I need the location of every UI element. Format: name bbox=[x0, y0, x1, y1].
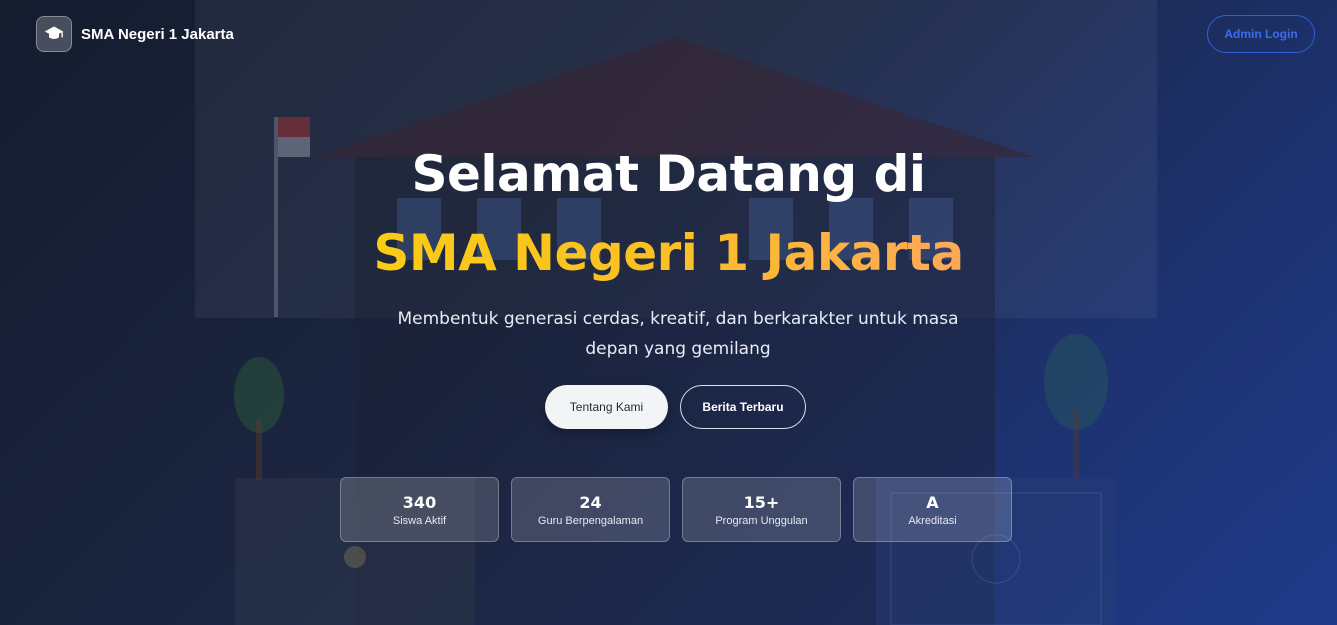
stat-label: Guru Berpengalaman bbox=[537, 514, 644, 527]
admin-login-button[interactable]: Admin Login bbox=[1207, 15, 1315, 53]
stats-row: 340 Siswa Aktif 24 Guru Berpengalaman 15… bbox=[340, 477, 1012, 542]
stat-label: Akreditasi bbox=[908, 514, 957, 527]
graduation-cap-icon bbox=[36, 16, 72, 52]
stat-card-programs: 15+ Program Unggulan bbox=[682, 477, 841, 542]
stat-card-accreditation: A Akreditasi bbox=[853, 477, 1012, 542]
stat-card-active-students: 340 Siswa Aktif bbox=[340, 477, 499, 542]
about-us-button[interactable]: Tentang Kami bbox=[545, 385, 668, 429]
hero-subtitle: Membentuk generasi cerdas, kreatif, dan … bbox=[397, 309, 959, 359]
hero-title: Selamat Datang di bbox=[411, 145, 926, 203]
hero-school-name-text: SMA Negeri 1 Jakarta bbox=[373, 224, 964, 282]
stat-value: 15+ bbox=[743, 492, 780, 512]
hero-school-name: SMA Negeri 1 Jakarta bbox=[0, 224, 1337, 282]
latest-news-button[interactable]: Berita Terbaru bbox=[680, 385, 806, 429]
hero-section: SMA Negeri 1 Jakarta Admin Login Selamat… bbox=[0, 0, 1337, 625]
stat-value: 24 bbox=[579, 492, 602, 512]
brand-name: SMA Negeri 1 Jakarta bbox=[81, 25, 234, 43]
stat-label: Siswa Aktif bbox=[392, 514, 447, 527]
stat-card-teachers: 24 Guru Berpengalaman bbox=[511, 477, 670, 542]
stat-label: Program Unggulan bbox=[715, 514, 808, 527]
stat-value: A bbox=[926, 492, 939, 512]
stat-value: 340 bbox=[402, 492, 437, 512]
brand[interactable]: SMA Negeri 1 Jakarta bbox=[36, 16, 234, 52]
